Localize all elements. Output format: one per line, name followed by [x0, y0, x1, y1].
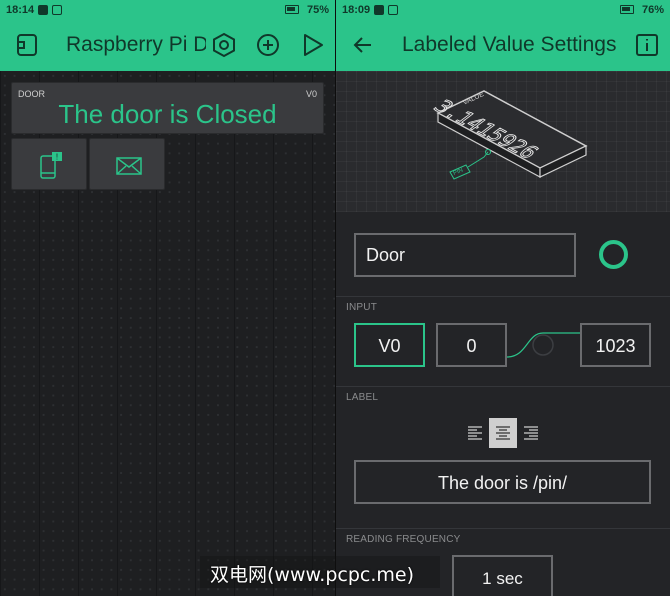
align-center-icon: [496, 426, 510, 440]
widget-color-picker[interactable]: [599, 240, 628, 269]
device-icon[interactable]: [14, 32, 40, 58]
add-widget-icon[interactable]: [255, 32, 281, 58]
phone-notification-icon: !: [40, 152, 62, 179]
max-value-input[interactable]: 1023: [580, 323, 651, 367]
reading-frequency-selector[interactable]: 1 sec: [452, 555, 553, 596]
status-bar: 18:09 76%: [336, 0, 670, 20]
align-left-button[interactable]: [461, 418, 489, 448]
app-bar: Raspberry Pi Do: [0, 20, 335, 71]
range-mapping-icon: [507, 332, 580, 358]
back-arrow-icon[interactable]: [350, 32, 376, 58]
reading-frequency-label: READING FREQUENCY: [346, 534, 461, 545]
dropbox-icon: [38, 5, 48, 15]
info-icon[interactable]: [634, 32, 660, 58]
input-section-label: INPUT: [346, 302, 377, 313]
status-battery: 75%: [306, 4, 329, 16]
text-alignment-group: [461, 418, 545, 448]
input-section-divider: [336, 296, 670, 297]
email-widget[interactable]: [89, 138, 165, 190]
widget-label: DOOR: [18, 89, 45, 99]
status-time: 18:14: [6, 4, 35, 16]
battery-icon: [620, 5, 634, 14]
push-notification-widget[interactable]: !: [11, 138, 87, 190]
align-right-button[interactable]: [517, 418, 545, 448]
label-section-label: LABEL: [346, 392, 379, 403]
widget-preview: VALUE 3.1415926 PIN: [336, 71, 670, 212]
battery-icon: [285, 5, 299, 14]
settings-hex-icon[interactable]: [211, 32, 237, 58]
envelope-icon: [116, 157, 142, 175]
align-right-icon: [524, 426, 538, 440]
label-section-divider: [336, 386, 670, 387]
screen-title: Labeled Value Settings: [402, 33, 617, 56]
min-value-input[interactable]: 0: [436, 323, 507, 367]
watermark: 双电网(www.pcpc.me): [200, 556, 440, 588]
widget-value: The door is Closed: [58, 99, 277, 129]
status-bar: 18:14 75%: [0, 0, 335, 20]
widget-pin: V0: [305, 89, 317, 99]
pin-selector[interactable]: V0: [354, 323, 425, 367]
labeled-value-settings-screen: 18:09 76% Labeled Value Settings VALUE 3…: [336, 0, 670, 596]
align-center-button[interactable]: [489, 418, 517, 448]
play-icon[interactable]: [300, 32, 326, 58]
gmail-icon: [52, 5, 62, 15]
gmail-icon: [388, 5, 398, 15]
frequency-section-divider: [336, 528, 670, 529]
project-title: Raspberry Pi Do: [66, 33, 206, 56]
dashboard-screen: 18:14 75% Raspberry Pi Do DOOR V0 The do…: [0, 0, 335, 596]
widget-name-input[interactable]: Door: [354, 233, 576, 277]
align-left-icon: [468, 426, 482, 440]
status-time: 18:09: [342, 4, 371, 16]
door-labeled-value-widget[interactable]: DOOR V0 The door is Closed: [11, 82, 324, 134]
status-battery: 76%: [641, 4, 664, 16]
svg-text:!: !: [56, 153, 58, 162]
label-text-input[interactable]: The door is /pin/: [354, 460, 651, 504]
dropbox-icon: [374, 5, 384, 15]
labeled-value-illustration: VALUE 3.1415926 PIN: [428, 90, 588, 180]
app-bar: Labeled Value Settings: [336, 20, 670, 71]
